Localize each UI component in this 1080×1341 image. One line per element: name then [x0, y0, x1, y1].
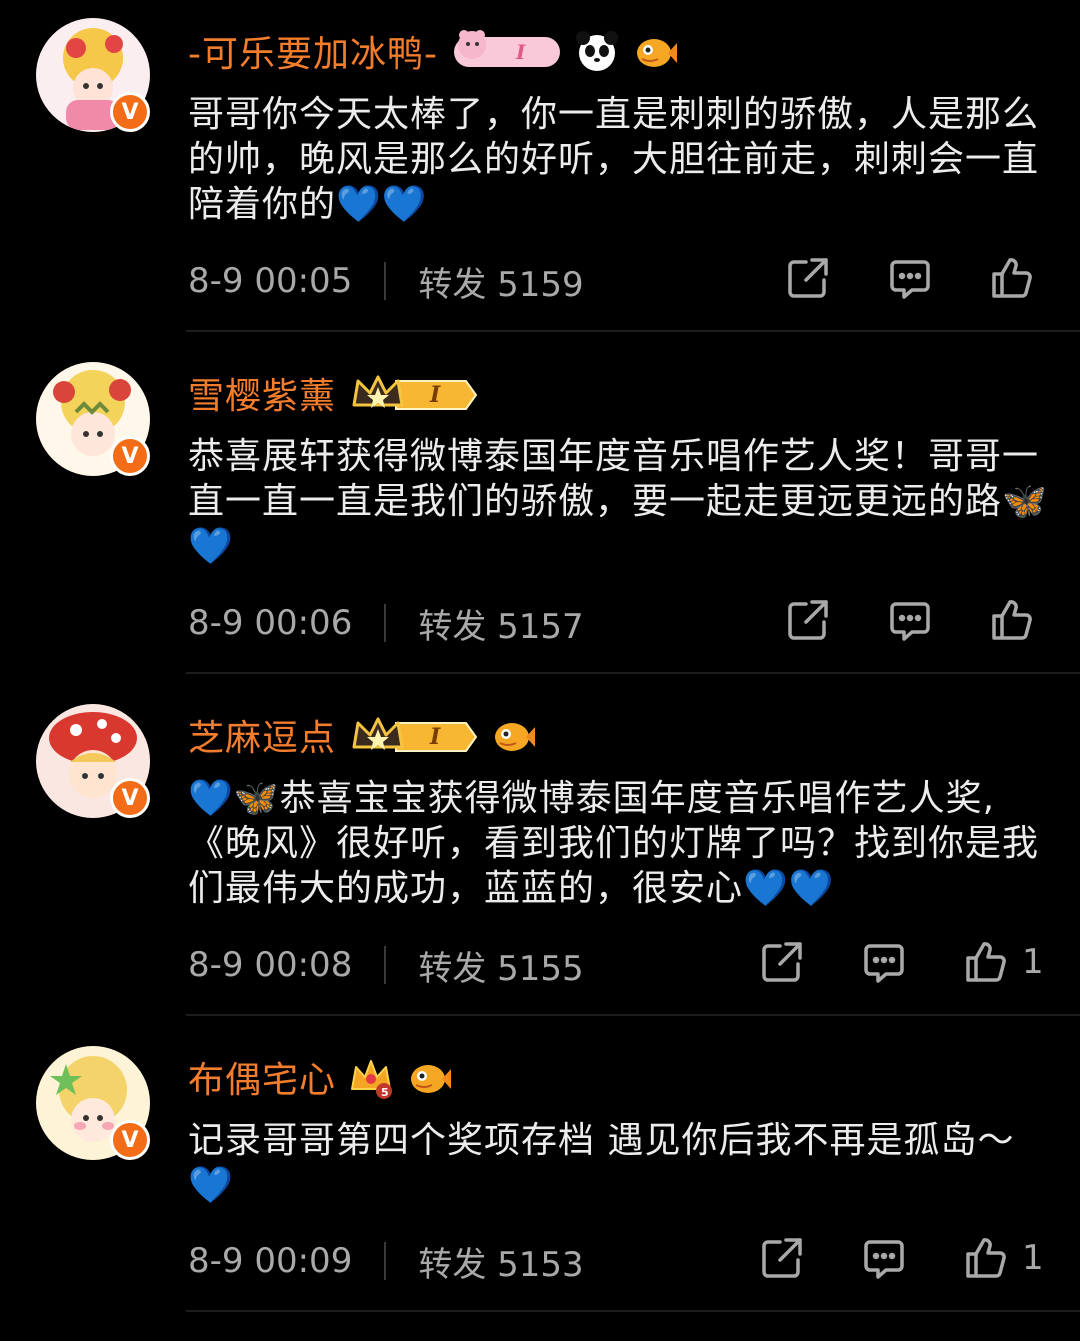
divider [384, 262, 387, 300]
comment-time: 8-9 00:08 [188, 945, 353, 985]
like-icon[interactable] [990, 256, 1034, 300]
username[interactable]: 雪樱紫薰 [188, 367, 336, 419]
panda-emoji-icon [574, 29, 620, 73]
comment-icon[interactable] [862, 940, 906, 984]
username[interactable]: 布偶宅心 [188, 1051, 336, 1103]
verified-badge-icon: V [110, 92, 150, 132]
fish-emoji-icon [406, 1055, 452, 1099]
repost-count[interactable]: 转发 5157 [418, 599, 583, 648]
fish-emoji-icon [490, 713, 536, 757]
like-icon[interactable] [964, 940, 1008, 984]
svg-text:I: I [429, 724, 441, 750]
comment-text: 哥哥你今天太棒了，你一直是刺刺的骄傲，人是那么的帅，晚风是那么的好听，大胆往前走… [188, 94, 1040, 225]
comment-icon[interactable] [862, 1236, 906, 1280]
svg-text:5: 5 [381, 1086, 389, 1099]
comment-text: 💙🦋恭喜宝宝获得微博泰国年度音乐唱作艺人奖,《晚风》很好听，看到我们的灯牌了吗？… [188, 778, 1040, 909]
share-icon[interactable] [786, 598, 830, 642]
like-count: 1 [1022, 942, 1044, 982]
comment-time: 8-9 00:06 [188, 603, 353, 643]
verified-badge-icon: V [110, 1120, 150, 1160]
repost-count[interactable]: 转发 5159 [418, 257, 583, 306]
divider [186, 1014, 1080, 1016]
like-icon[interactable] [990, 598, 1034, 642]
svg-text:I: I [429, 382, 441, 408]
repost-count[interactable]: 转发 5153 [418, 1237, 583, 1286]
divider [384, 946, 387, 984]
comment-text: 记录哥哥第四个奖项存档 遇见你后我不再是孤岛～💙 [188, 1120, 1015, 1206]
comment-time: 8-9 00:05 [188, 261, 353, 301]
username[interactable]: -可乐要加冰鸭- [188, 25, 438, 77]
pink-bear-badge-icon: I [450, 29, 562, 73]
fish-emoji-icon [632, 29, 678, 73]
username[interactable]: 芝麻逗点 [188, 709, 336, 761]
like-icon[interactable] [964, 1236, 1008, 1280]
share-icon[interactable] [760, 940, 804, 984]
comment-icon[interactable] [888, 598, 932, 642]
divider [186, 672, 1080, 674]
comment-text: 恭喜展轩获得微博泰国年度音乐唱作艺人奖！哥哥一直一直一直是我们的骄傲，要一起走更… [188, 436, 1048, 567]
crown-badge-icon: I [348, 713, 478, 757]
divider [186, 1310, 1080, 1312]
share-icon[interactable] [786, 256, 830, 300]
svg-text:I: I [515, 40, 526, 64]
comment-time: 8-9 00:09 [188, 1241, 353, 1281]
crown-badge-icon: 5 [348, 1055, 394, 1099]
avatar[interactable]: V [36, 704, 150, 818]
divider [384, 604, 387, 642]
avatar[interactable]: V [36, 18, 150, 132]
verified-badge-icon: V [110, 778, 150, 818]
crown-badge-icon: I [348, 371, 478, 415]
divider [186, 330, 1080, 332]
avatar[interactable]: V [36, 1046, 150, 1160]
divider [384, 1242, 387, 1280]
avatar[interactable]: V [36, 362, 150, 476]
like-count: 1 [1022, 1238, 1044, 1278]
comment-icon[interactable] [888, 256, 932, 300]
share-icon[interactable] [760, 1236, 804, 1280]
verified-badge-icon: V [110, 436, 150, 476]
repost-count[interactable]: 转发 5155 [418, 941, 583, 990]
